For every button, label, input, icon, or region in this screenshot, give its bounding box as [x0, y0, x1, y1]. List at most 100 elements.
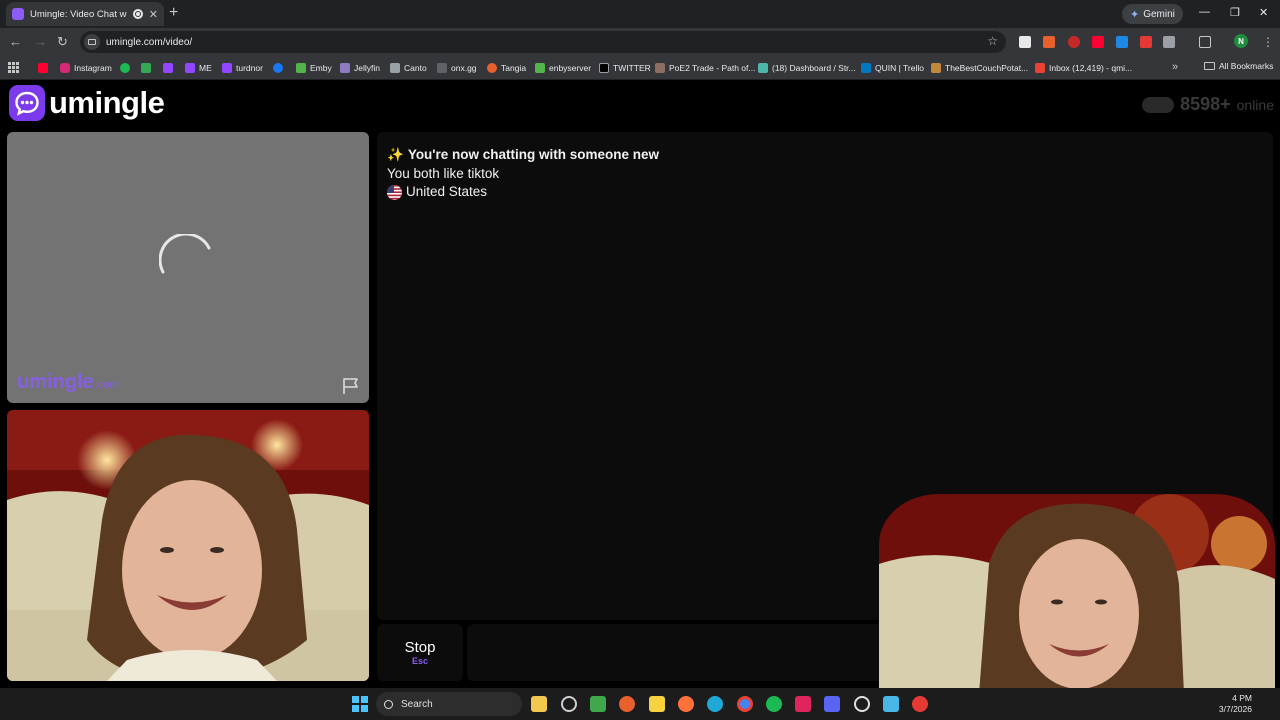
bookmark-inbox[interactable]: Inbox (12,419) - qmi...	[1035, 61, 1132, 75]
edge-icon[interactable]	[707, 696, 723, 712]
youtube-icon	[38, 63, 48, 73]
bookmark-jellyfin[interactable]: Jellyfin	[340, 61, 380, 75]
maximize-icon[interactable]: ❐	[1230, 6, 1240, 19]
extension-red-icon[interactable]	[1140, 36, 1152, 48]
more-bookmarks-icon[interactable]: »	[1172, 61, 1178, 73]
reload-icon[interactable]: ↻	[57, 34, 68, 50]
extension-youtube-icon[interactable]	[1092, 36, 1104, 48]
gmail-icon	[1035, 63, 1045, 73]
forward-icon[interactable]: →	[34, 34, 47, 50]
bookmark-youtube[interactable]	[38, 61, 48, 75]
extension-badge-icon[interactable]	[1068, 36, 1080, 48]
extensions-puzzle-icon[interactable]	[1163, 36, 1175, 48]
steam-icon[interactable]	[854, 696, 870, 712]
new-chat-text: You're now chatting with someone new	[407, 147, 660, 162]
profile-avatar[interactable]: N	[1234, 34, 1248, 48]
bookmark-tangia[interactable]: Tangia	[487, 61, 526, 75]
orange-app-icon[interactable]	[619, 696, 635, 712]
creative-cloud-icon[interactable]	[912, 696, 928, 712]
bookmark-emby[interactable]: Emby	[296, 61, 332, 75]
bookmark-dashboard[interactable]: (18) Dashboard / Str...	[758, 61, 856, 75]
bookmark-me[interactable]: ME	[185, 61, 212, 75]
umingle-favicon-icon	[12, 8, 24, 20]
emby-icon	[535, 63, 545, 73]
bookmark-label: TheBestCouchPotat...	[945, 63, 1029, 73]
stranger-video-panel: umingle .com	[7, 132, 369, 403]
bookmark-canto[interactable]: Canto	[390, 61, 427, 75]
gemini-button[interactable]: ✦ Gemini	[1122, 4, 1183, 24]
notepad-icon[interactable]	[883, 696, 899, 712]
bookmark-label: (18) Dashboard / Str...	[772, 63, 856, 73]
onx-icon	[437, 63, 447, 73]
bookmark-couchpotato[interactable]: TheBestCouchPotat...	[931, 61, 1028, 75]
all-bookmarks-button[interactable]: All Bookmarks	[1204, 61, 1273, 71]
report-flag-icon[interactable]	[342, 377, 360, 395]
new-tab-button[interactable]: +	[169, 4, 178, 22]
chat-bubble-logo-icon	[9, 85, 45, 121]
country-text: United States	[406, 184, 488, 199]
browser-tab[interactable]: Umingle: Video Chat with S ✕	[6, 2, 164, 26]
bookmark-onx[interactable]: onx.gg	[437, 61, 477, 75]
bookmark-poe2[interactable]: PoE2 Trade - Path of...	[655, 61, 755, 75]
picture-in-picture-video[interactable]	[879, 494, 1275, 694]
address-bar[interactable]: umingle.com/video/ ☆	[80, 31, 1006, 53]
all-bookmarks-label: All Bookmarks	[1219, 61, 1274, 71]
discord-icon[interactable]	[824, 696, 840, 712]
recording-icon	[132, 9, 143, 19]
bookmark-label: enbyserver	[549, 63, 592, 73]
clock-app-icon[interactable]	[561, 696, 577, 712]
trello-icon	[861, 63, 871, 73]
bookmark-spotify[interactable]	[120, 61, 130, 75]
tab-title: Umingle: Video Chat with S	[30, 8, 127, 20]
canto-icon	[390, 63, 400, 73]
bookmark-green[interactable]	[141, 61, 151, 75]
bookmark-facebook[interactable]	[273, 61, 283, 75]
system-message-new-chat: ✨ You're now chatting with someone new	[387, 146, 659, 165]
watermark-domain: .com	[94, 379, 119, 391]
url-text: umingle.com/video/	[106, 36, 193, 48]
extension-fox-icon[interactable]	[1043, 36, 1055, 48]
bookmark-enbyserver[interactable]: enbyserver	[535, 61, 591, 75]
sidepanel-icon[interactable]	[1199, 36, 1211, 48]
bookmark-star-icon[interactable]: ☆	[987, 34, 998, 48]
site-info-icon[interactable]	[84, 34, 100, 50]
extension-blue-icon[interactable]	[1116, 36, 1128, 48]
bookmark-label: TWITTER	[613, 63, 651, 73]
system-clock[interactable]: 4 PM 3/7/2026	[1206, 693, 1252, 715]
close-window-icon[interactable]: ✕	[1259, 6, 1268, 19]
twitch-icon	[163, 63, 173, 73]
bookmark-turdnor[interactable]: turdnor	[222, 61, 263, 75]
online-count: 8598+	[1180, 94, 1231, 114]
browser-menu-icon[interactable]: ⋮	[1262, 35, 1274, 49]
facebook-icon	[273, 63, 283, 73]
us-flag-icon	[387, 184, 402, 200]
couchpotato-icon	[931, 63, 941, 73]
stop-label: Stop	[404, 639, 436, 656]
bookmark-twitter[interactable]: TWITTER	[599, 61, 651, 75]
firefox-icon[interactable]	[678, 696, 694, 712]
bookmark-instagram[interactable]: Instagram	[60, 61, 112, 75]
windows-start-icon[interactable]	[352, 696, 368, 712]
red-app-icon[interactable]	[795, 696, 811, 712]
site-logo[interactable]: umingle	[9, 85, 165, 121]
taskbar-search[interactable]: Search	[376, 692, 522, 716]
spotify-icon[interactable]	[766, 696, 782, 712]
chrome-icon[interactable]	[737, 696, 753, 712]
bookmark-twitch[interactable]	[163, 61, 173, 75]
file-explorer-icon[interactable]	[531, 696, 547, 712]
back-icon[interactable]: ←	[9, 34, 22, 50]
apps-grid-icon[interactable]	[8, 62, 19, 73]
emby-icon	[296, 63, 306, 73]
close-tab-icon[interactable]: ✕	[149, 8, 158, 21]
green-play-icon[interactable]	[590, 696, 606, 712]
stop-button[interactable]: Stop Esc	[377, 624, 463, 681]
sticky-notes-icon[interactable]	[649, 696, 665, 712]
bookmark-label: onx.gg	[451, 63, 477, 73]
minimize-icon[interactable]: —	[1199, 6, 1210, 18]
bookmark-trello[interactable]: QUIN | Trello	[861, 61, 924, 75]
extension-k-icon[interactable]	[1019, 36, 1031, 48]
interests-text: You both like tiktok	[387, 165, 500, 181]
umingle-page: umingle 8598+ online umingle .com ✨ You'…	[0, 80, 1280, 694]
tangia-icon	[487, 63, 497, 73]
theme-toggle[interactable]	[1142, 96, 1175, 113]
